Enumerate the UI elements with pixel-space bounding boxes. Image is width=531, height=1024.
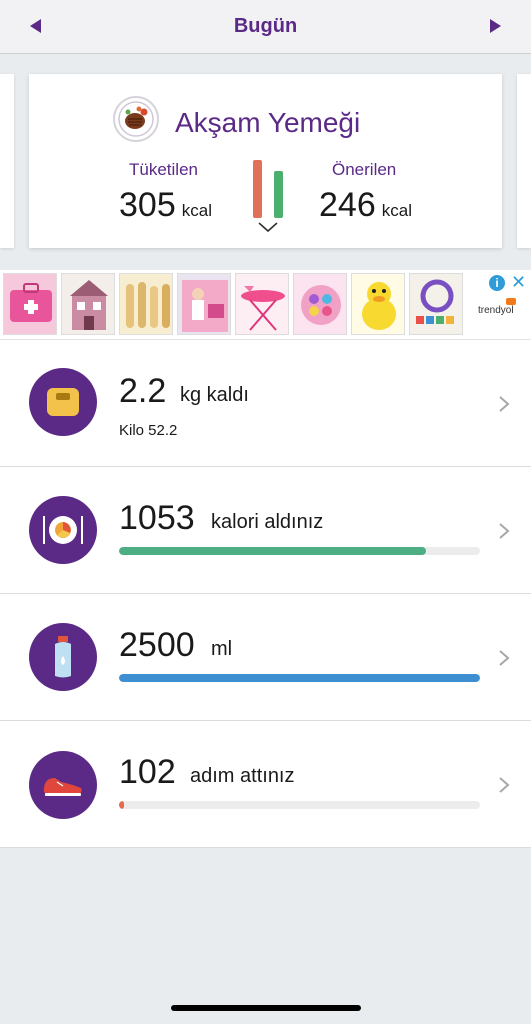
chevron-right-icon [499, 523, 510, 539]
current-weight-text: Kilo 52.2 [119, 422, 178, 439]
chevron-right-icon [499, 777, 510, 793]
home-indicator[interactable] [171, 1005, 361, 1011]
steps-progress-fill [119, 801, 125, 809]
recommended-unit: kcal [381, 201, 412, 220]
calories-unit: kalori aldınız [211, 511, 324, 533]
date-title: Bugün [233, 15, 298, 37]
recommended-kcal: 246 kcal [319, 186, 412, 225]
plate-cutlery-icon [29, 496, 97, 564]
steps-value: 102 [119, 753, 176, 791]
water-bottle-icon [29, 623, 97, 691]
ad-banner[interactable]: i ✕ trendyol [0, 270, 531, 340]
steak-plate-icon [113, 96, 159, 142]
consumed-unit: kcal [181, 201, 212, 220]
ad-product-beads-kit[interactable] [409, 273, 463, 335]
ad-product-ironing-board[interactable] [235, 273, 289, 335]
recommended-value: 246 [319, 186, 376, 224]
sneaker-icon [29, 751, 97, 819]
ad-product-duck-toy[interactable] [351, 273, 405, 335]
consumed-bar [253, 160, 262, 218]
ad-product-makeup-palette[interactable] [293, 273, 347, 335]
water-unit: ml [211, 638, 233, 660]
meal-title: Akşam Yemeği [175, 107, 361, 138]
recommended-bar [274, 171, 283, 218]
previous-meal-card-peek[interactable] [0, 74, 14, 248]
trendyol-logo-mark [506, 298, 516, 305]
calories-progress-fill [119, 547, 426, 555]
recommended-label: Önerilen [332, 160, 397, 179]
calories-tracker-row[interactable]: 1053 kalori aldınız [0, 467, 531, 594]
weight-value: 2.2 [119, 372, 167, 410]
chevron-right-icon [499, 650, 510, 666]
previous-day-arrow-icon[interactable] [30, 19, 41, 33]
ad-info-icon[interactable]: i [489, 275, 505, 291]
calories-value: 1053 [119, 499, 195, 537]
ad-brand-label: trendyol [478, 305, 514, 316]
meal-card-dinner[interactable]: Akşam Yemeği Tüketilen Önerilen 305 kcal… [29, 74, 502, 248]
ad-product-doll-set[interactable] [177, 273, 231, 335]
ad-product-snacks[interactable] [119, 273, 173, 335]
next-day-arrow-icon[interactable] [490, 19, 501, 33]
top-bar: Bugün [0, 0, 531, 54]
water-value: 2500 [119, 626, 195, 664]
consumed-kcal: 305 kcal [119, 186, 212, 225]
ad-product-dollhouse[interactable] [61, 273, 115, 335]
tracker-list: 2.2 kg kaldı Kilo 52.2 1053 kalori aldın… [0, 340, 531, 848]
consumed-value: 305 [119, 186, 176, 224]
chevron-right-icon [499, 396, 510, 412]
scale-icon [29, 368, 97, 436]
weight-unit: kg kaldı [180, 384, 249, 406]
water-tracker-row[interactable]: 2500 ml [0, 594, 531, 721]
ad-product-doctor-kit[interactable] [3, 273, 57, 335]
next-meal-card-peek[interactable] [517, 74, 531, 248]
steps-tracker-row[interactable]: 102 adım attınız [0, 721, 531, 848]
steps-progress-bar [119, 801, 480, 809]
calories-progress-bar [119, 547, 480, 555]
weight-tracker-row[interactable]: 2.2 kg kaldı Kilo 52.2 [0, 340, 531, 467]
water-progress-fill [119, 674, 480, 682]
chevron-down-icon[interactable] [257, 220, 279, 234]
ad-close-icon[interactable]: ✕ [511, 273, 526, 291]
meal-carousel[interactable]: Akşam Yemeği Tüketilen Önerilen 305 kcal… [0, 54, 531, 270]
steps-unit: adım attınız [190, 765, 295, 787]
consumed-label: Tüketilen [129, 160, 198, 179]
water-progress-bar [119, 674, 480, 682]
